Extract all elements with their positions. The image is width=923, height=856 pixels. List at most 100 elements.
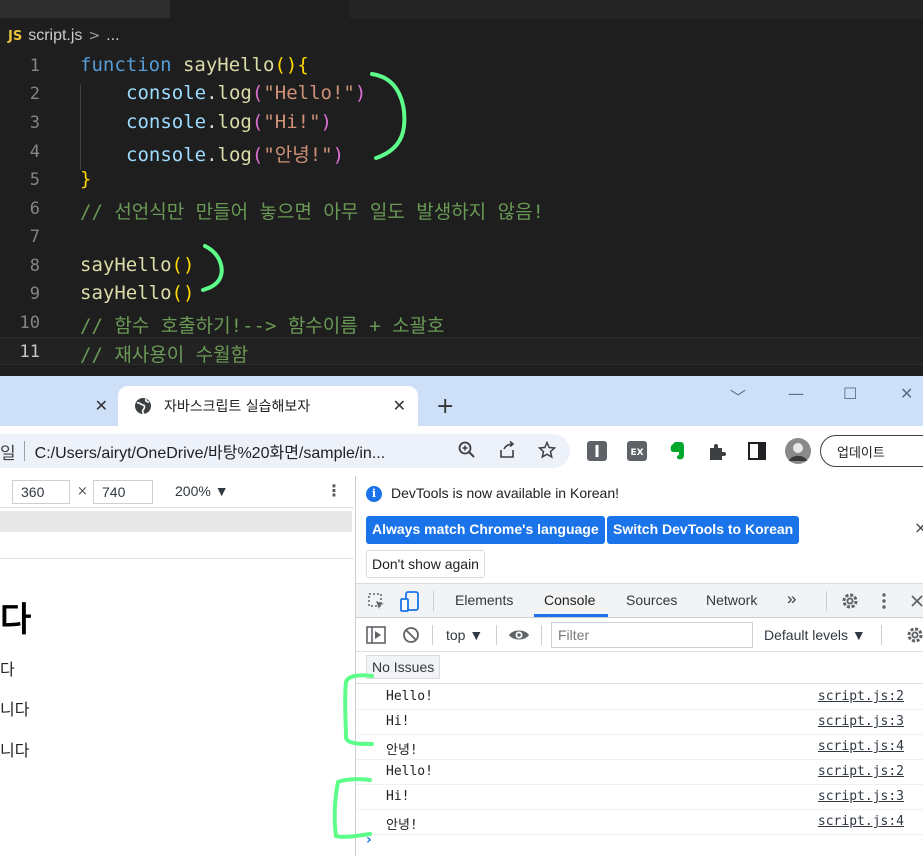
line-number: 1	[29, 56, 40, 76]
code-text: sayHello()	[80, 254, 195, 276]
profile-avatar[interactable]	[784, 437, 812, 465]
minimize-icon[interactable]: —	[788, 384, 804, 403]
close-window-icon[interactable]: ✕	[900, 384, 913, 403]
media-query-bar[interactable]	[0, 511, 352, 532]
log-source-link[interactable]: script.js:2	[818, 764, 904, 779]
browser-tab-active[interactable]: 자바스크립트 실습해보자 ✕	[118, 386, 418, 426]
zoom-select[interactable]: 200% ▼	[175, 483, 229, 499]
settings-gear-icon[interactable]	[841, 592, 859, 610]
console-settings-gear-icon[interactable]	[906, 626, 923, 644]
more-tabs-icon[interactable]: »	[787, 589, 796, 609]
switch-korean-button[interactable]: Switch DevTools to Korean	[607, 516, 800, 544]
divider	[23, 441, 25, 461]
divider	[433, 591, 434, 611]
code-line[interactable]: 5 }	[0, 166, 923, 194]
update-button[interactable]: 업데이트	[820, 435, 923, 467]
page-paragraph: 다	[0, 660, 15, 679]
more-vert-icon[interactable]	[880, 592, 888, 610]
sidebar-toggle-icon[interactable]	[366, 626, 386, 644]
extension-reader-icon[interactable]	[586, 440, 608, 462]
match-language-button[interactable]: Always match Chrome's language	[366, 516, 605, 544]
code-line[interactable]: 7	[0, 223, 923, 251]
console-log-row[interactable]: Hello! script.js:2	[356, 760, 923, 785]
evernote-icon[interactable]	[666, 440, 688, 462]
editor-tab[interactable]	[0, 0, 170, 18]
clear-console-icon[interactable]	[402, 626, 420, 644]
zoom-icon[interactable]	[458, 441, 476, 459]
tab-elements[interactable]: Elements	[455, 592, 513, 608]
code-comment: // 재사용이 수월함	[80, 344, 249, 366]
code-comment: // 함수 호출하기!--> 함수이름 + 소괄호	[80, 315, 445, 337]
console-log-row[interactable]: Hi! script.js:3	[356, 785, 923, 810]
site-info-label[interactable]: 일	[0, 439, 16, 464]
line-number: 6	[29, 199, 40, 219]
address-bar[interactable]: 일 C:/Users/airyt/OneDrive/바탕%20화면/sample…	[0, 434, 570, 468]
page-heading: 다	[0, 600, 32, 640]
context-selector[interactable]: top ▼	[446, 627, 483, 643]
breadcrumb-file[interactable]: script.js	[28, 27, 82, 45]
code-line-current[interactable]: 11 // 재사용이 수월함	[0, 337, 923, 366]
code-line[interactable]: 10 // 함수 호출하기!--> 함수이름 + 소괄호	[0, 309, 923, 337]
line-number: 10	[19, 313, 40, 333]
url-text[interactable]: C:/Users/airyt/OneDrive/바탕%20화면/sample/i…	[35, 439, 386, 463]
share-icon[interactable]	[498, 441, 516, 459]
code-text: }	[80, 168, 92, 190]
maximize-icon[interactable]: ☐	[843, 384, 857, 403]
side-panel-icon[interactable]	[746, 440, 768, 462]
log-levels-select[interactable]: Default levels ▼	[764, 627, 866, 643]
log-source-link[interactable]: script.js:4	[818, 814, 904, 829]
dont-show-again-button[interactable]: Don't show again	[366, 550, 485, 578]
code-comment: // 선언식만 만들어 놓으면 아무 일도 발생하지 않음!	[80, 201, 544, 223]
log-message: Hi!	[386, 714, 410, 729]
extension-ex-icon[interactable]: EX	[626, 440, 648, 462]
code-line[interactable]: 1 function sayHello(){	[0, 52, 923, 80]
log-message: 안녕!	[386, 818, 418, 833]
log-source-link[interactable]: script.js:3	[818, 789, 904, 804]
inspect-element-icon[interactable]	[367, 592, 387, 612]
code-text: sayHello()	[80, 282, 195, 304]
close-tab-icon[interactable]: ✕	[95, 396, 108, 415]
height-input[interactable]: 740	[93, 480, 153, 504]
log-source-link[interactable]: script.js:2	[818, 689, 904, 704]
console-log-row[interactable]: Hello! script.js:2	[356, 685, 923, 710]
extensions-puzzle-icon[interactable]	[706, 440, 728, 462]
editor-tab-active[interactable]	[170, 0, 350, 18]
code-line[interactable]: 4 console.log("안녕!")	[0, 138, 923, 166]
close-tab-icon[interactable]: ✕	[393, 396, 406, 415]
log-source-link[interactable]: script.js:3	[818, 714, 904, 729]
width-input[interactable]: 360	[12, 480, 70, 504]
bookmark-star-icon[interactable]	[538, 441, 556, 459]
code-line[interactable]: 6 // 선언식만 만들어 놓으면 아무 일도 발생하지 않음!	[0, 195, 923, 223]
js-file-icon: JS	[8, 28, 23, 44]
device-toggle-icon[interactable]	[400, 591, 420, 613]
code-line[interactable]: 3 console.log("Hi!")	[0, 109, 923, 137]
page-paragraph: 니다	[0, 700, 30, 719]
filter-input[interactable]: Filter	[551, 622, 753, 648]
log-message: 안녕!	[386, 743, 418, 758]
close-devtools-icon[interactable]	[910, 594, 923, 608]
browser-tab[interactable]: ✕	[0, 386, 118, 426]
eye-icon[interactable]	[508, 627, 530, 643]
issues-button[interactable]: No Issues	[366, 655, 441, 679]
code-line[interactable]: 9 sayHello()	[0, 280, 923, 308]
divider	[0, 558, 354, 559]
console-log-row[interactable]: Hi! script.js:3	[356, 710, 923, 735]
globe-icon	[135, 398, 151, 415]
tab-sources[interactable]: Sources	[626, 592, 677, 608]
tab-search-icon[interactable]: ﹀	[730, 384, 746, 408]
tab-network[interactable]: Network	[706, 592, 757, 608]
code-line[interactable]: 2 console.log("Hello!")	[0, 80, 923, 108]
more-options-icon[interactable]: ⋮	[326, 481, 342, 500]
code-line[interactable]: 8 sayHello()	[0, 252, 923, 280]
console-log-row[interactable]: 안녕! script.js:4	[356, 735, 923, 760]
tab-console[interactable]: Console	[544, 592, 595, 608]
close-icon[interactable]: ×	[914, 518, 923, 537]
log-source-link[interactable]: script.js:4	[818, 739, 904, 754]
console-log-row[interactable]: 안녕! script.js:4	[356, 810, 923, 835]
code-text: console.log("안녕!")	[126, 144, 345, 166]
new-tab-icon[interactable]: +	[436, 394, 454, 419]
breadcrumb-more[interactable]: ...	[106, 27, 119, 45]
divider	[541, 625, 542, 645]
info-icon: i	[366, 486, 382, 502]
console-prompt[interactable]: ›	[366, 832, 372, 848]
